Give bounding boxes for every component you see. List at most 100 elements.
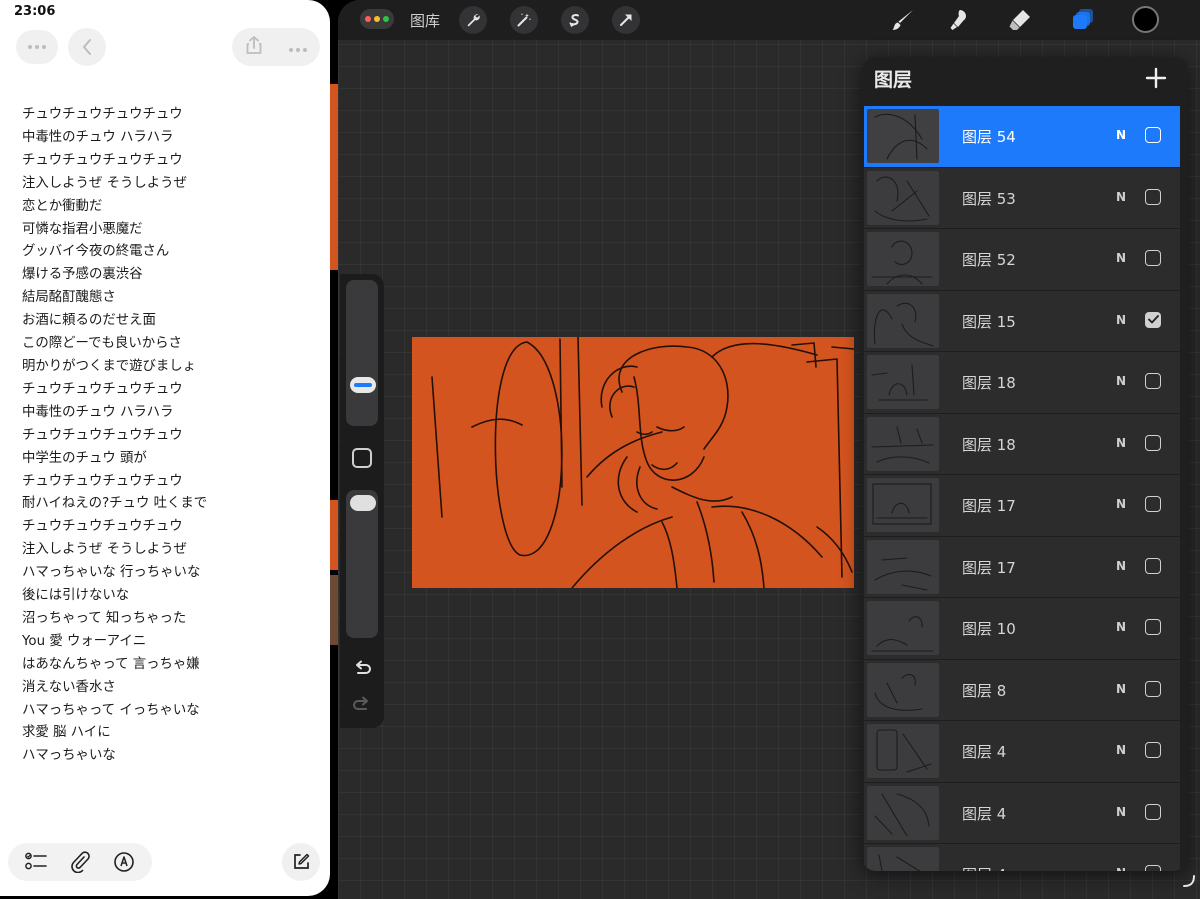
layer-thumbnail[interactable] [867, 847, 939, 871]
layer-row[interactable]: 图层 52 N [864, 229, 1180, 291]
red-dot-icon [365, 16, 371, 22]
layer-visibility-checkbox[interactable] [1145, 373, 1161, 389]
lyric-line: チュウチュウチュウチュウ [22, 519, 183, 535]
brush-icon[interactable] [887, 4, 919, 36]
lyric-line: 中毒性のチュウ ハラハラ [22, 129, 174, 145]
lyric-line: 明かりがつくまで遊びましょ [22, 358, 197, 374]
layer-row[interactable]: 图层 4 N [864, 782, 1180, 844]
layer-row[interactable]: 图层 18 N [864, 352, 1180, 414]
layer-blend-mode-button[interactable]: N [1116, 743, 1126, 757]
layer-row[interactable]: 图层 54 N [864, 106, 1180, 168]
add-layer-button[interactable] [1142, 64, 1170, 92]
layer-visibility-checkbox[interactable] [1145, 434, 1161, 451]
brush-size-slider[interactable] [346, 280, 378, 426]
compose-icon[interactable] [282, 843, 320, 881]
status-time: 23:06 [14, 4, 56, 19]
selection-icon[interactable] [561, 6, 589, 34]
layers-panel: 图层 图层 54 N 图层 53 N 图层 52 N 图层 15 N 图层 18 N 图层 18 N 图… [862, 57, 1188, 871]
share-icon[interactable] [245, 35, 263, 60]
brush-opacity-thumb[interactable] [350, 495, 376, 511]
green-dot-icon [383, 16, 389, 22]
layer-blend-mode-button[interactable]: N [1116, 436, 1126, 450]
magic-wand-icon[interactable] [510, 6, 538, 34]
layer-row[interactable]: 图层 17 N [864, 475, 1180, 537]
layer-visibility-checkbox[interactable] [1145, 619, 1161, 635]
lyric-line: チュウチュウチュウチュウ [22, 473, 183, 489]
more-icon[interactable] [16, 30, 58, 64]
layer-visibility-checkbox[interactable] [1145, 680, 1161, 697]
color-swatch-button[interactable] [1132, 6, 1159, 33]
sketch-drawing [431, 337, 854, 588]
paperclip-icon[interactable] [68, 850, 92, 874]
lyric-line: 求愛 脳 ハイに [22, 725, 111, 741]
layer-name: 图层 18 [962, 435, 1016, 454]
layer-name: 图层 17 [962, 558, 1016, 577]
layer-visibility-checkbox[interactable] [1145, 250, 1161, 266]
wrench-icon[interactable] [459, 6, 487, 34]
smudge-icon[interactable] [943, 4, 975, 36]
layers-icon[interactable] [1067, 4, 1099, 36]
layer-visibility-checkbox[interactable] [1145, 127, 1161, 143]
drawing-canvas[interactable] [412, 337, 854, 588]
layer-blend-mode-button[interactable]: N [1116, 805, 1126, 819]
layer-visibility-checkbox[interactable] [1145, 803, 1161, 820]
layer-row[interactable]: 图层 10 N [864, 598, 1180, 660]
checklist-icon[interactable] [24, 850, 48, 874]
layer-name: 图层 18 [962, 374, 1016, 392]
brush-opacity-slider[interactable] [346, 490, 378, 638]
layer-thumbnail[interactable] [867, 662, 939, 717]
layer-visibility-checkbox[interactable] [1145, 311, 1161, 328]
layer-visibility-checkbox[interactable] [1145, 557, 1161, 574]
layer-blend-mode-button[interactable]: N [1116, 128, 1126, 142]
resize-handle-icon[interactable] [1180, 872, 1198, 890]
layer-thumbnail[interactable] [867, 170, 939, 225]
lyric-line: 後には引けないな [22, 588, 130, 604]
layer-visibility-checkbox[interactable] [1145, 188, 1161, 205]
lyric-line: この際どーでも良いからさ [22, 336, 182, 352]
layer-thumbnail[interactable] [867, 539, 939, 594]
layer-row[interactable]: 图层 17 N [864, 536, 1180, 598]
layer-blend-mode-button[interactable]: N [1116, 620, 1126, 634]
redo-icon[interactable] [350, 694, 374, 718]
layer-thumbnail[interactable] [867, 355, 939, 409]
layer-row[interactable]: 图层 15 N [864, 290, 1180, 352]
layer-thumbnail[interactable] [867, 293, 939, 348]
layer-row[interactable]: 图层 53 N [864, 167, 1180, 229]
layer-blend-mode-button[interactable]: N [1116, 559, 1126, 573]
layer-thumbnail[interactable] [867, 478, 939, 532]
layer-blend-mode-button[interactable]: N [1116, 313, 1126, 327]
layer-thumbnail[interactable] [867, 724, 939, 778]
layer-visibility-checkbox[interactable] [1145, 742, 1161, 758]
layer-row[interactable]: 图层 8 N [864, 659, 1180, 721]
layer-visibility-checkbox[interactable] [1145, 496, 1161, 512]
window-controls-button[interactable] [360, 9, 394, 29]
layer-blend-mode-button[interactable]: N [1116, 682, 1126, 696]
layer-blend-mode-button[interactable]: N [1116, 866, 1126, 871]
layer-row[interactable]: 图层 4 N [864, 844, 1180, 871]
pen-icon[interactable] [112, 850, 136, 874]
layer-blend-mode-button[interactable]: N [1116, 190, 1126, 204]
layer-thumbnail[interactable] [867, 232, 939, 286]
eraser-icon[interactable] [1004, 4, 1036, 36]
background-app-peek [330, 575, 338, 645]
gallery-button[interactable]: 图库 [410, 10, 440, 31]
layer-thumbnail[interactable] [867, 601, 939, 655]
modify-button[interactable] [352, 448, 372, 468]
lyric-line: ハマっちゃいな [22, 748, 116, 764]
layer-thumbnail[interactable] [867, 109, 939, 163]
chevron-left-icon[interactable] [68, 28, 106, 66]
transform-arrow-icon[interactable] [612, 6, 640, 34]
layer-thumbnail[interactable] [867, 416, 939, 471]
layer-blend-mode-button[interactable]: N [1116, 251, 1126, 265]
layer-thumbnail[interactable] [867, 785, 939, 840]
more-icon[interactable] [288, 37, 308, 58]
layer-blend-mode-button[interactable]: N [1116, 497, 1126, 511]
layer-blend-mode-button[interactable]: N [1116, 374, 1126, 388]
layer-row[interactable]: 图层 4 N [864, 721, 1180, 783]
layer-row[interactable]: 图层 18 N [864, 413, 1180, 475]
brush-size-thumb[interactable] [350, 377, 376, 393]
layer-visibility-checkbox[interactable] [1145, 865, 1161, 871]
undo-icon[interactable] [350, 658, 374, 682]
brush-sidebar [340, 274, 384, 728]
note-body[interactable]: チュウチュウチュウチュウ 中毒性のチュウ ハラハラ チュウチュウチュウチュウ 注入しよ… [22, 104, 322, 768]
